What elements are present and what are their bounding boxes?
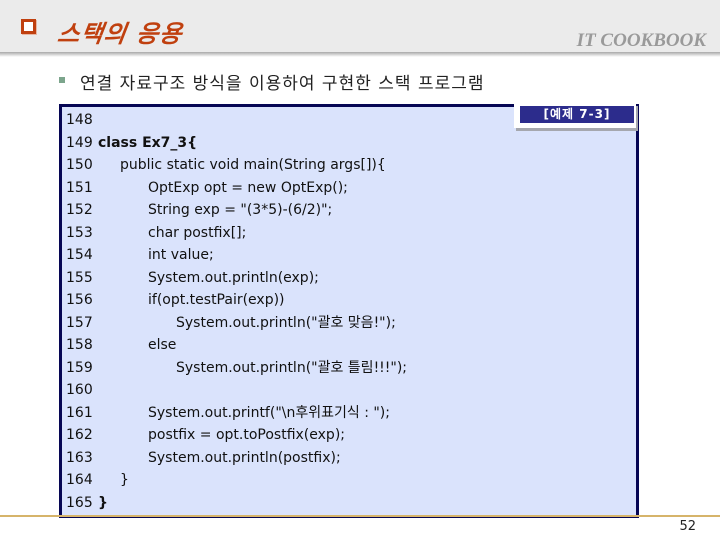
line-number: 148 [66,112,93,128]
code-text: class Ex7_3{ [98,134,198,151]
line-number: 151 [66,179,93,196]
code-text: public static void main(String args[]){ [120,157,386,173]
brand-logo-text: IT COOKBOOK [576,30,706,51]
footer-divider [0,515,720,517]
code-text: if(opt.testPair(exp)) [148,292,285,308]
code-line: 161 System.out.printf("\n후위표기식 : "); [66,402,407,425]
code-lines: 148 149 class Ex7_3{ 150 public static voi… [66,109,407,514]
line-number: 162 [66,427,93,443]
code-text: char postfix[]; [148,224,247,241]
code-line: 151 OptExp opt = new OptExp(); [66,177,407,200]
code-text: String exp = "(3*5)-(6/2)"; [148,202,333,218]
code-text: System.out.printf("\n후위표기식 : "); [148,404,390,421]
example-label-frame: [예제 7-3] [514,103,636,128]
line-number: 159 [66,359,93,376]
line-number: 156 [66,292,93,308]
header-divider [0,52,720,57]
code-line: 153 char postfix[]; [66,222,407,245]
code-listing-box: 148 149 class Ex7_3{ 150 public static voi… [59,104,639,518]
line-number: 161 [66,404,93,421]
code-line: 148 [66,109,407,132]
code-text: System.out.println("괄호 틀림!!!"); [176,359,408,376]
code-text: System.out.println(exp); [148,269,319,286]
line-number: 150 [66,157,93,173]
slide-title: 스택의 응용 [55,19,185,48]
code-text: } [98,494,108,511]
checkbox-bullet-icon [21,19,36,34]
line-number: 157 [66,314,93,331]
code-line: 159 System.out.println("괄호 틀림!!!"); [66,357,407,380]
page-number: 52 [679,519,696,534]
line-number: 155 [66,269,93,286]
code-line: 164} [66,469,407,492]
line-number: 158 [66,337,93,353]
code-text: int value; [148,247,214,263]
line-number: 160 [66,382,93,398]
code-line: 163 System.out.println(postfix); [66,447,407,470]
line-number: 149 [66,134,93,151]
slide-header: 스택의 응용 IT COOKBOOK [0,0,720,52]
code-line: 154 int value; [66,244,407,267]
code-line: 158 else [66,334,407,357]
code-text: postfix = opt.toPostfix(exp); [148,427,345,443]
code-line: 149 class Ex7_3{ [66,132,407,155]
code-text: OptExp opt = new OptExp(); [148,179,348,196]
line-number: 154 [66,247,93,263]
code-line: 157 System.out.println("괄호 맞음!"); [66,312,407,335]
code-line: 160 [66,379,407,402]
example-label: [예제 7-3] [520,106,634,123]
bullet-text: 연결 자료구조 방식을 이용하여 구현한 스택 프로그램 [80,74,485,94]
line-number: 163 [66,449,93,466]
code-line: 155 System.out.println(exp); [66,267,407,290]
code-text: System.out.println(postfix); [148,449,341,466]
code-line: 156 if(opt.testPair(exp)) [66,289,407,312]
code-line: 150 public static void main(String args[]… [66,154,407,177]
line-number: 153 [66,224,93,241]
code-text: System.out.println("괄호 맞음!"); [176,314,396,331]
code-line: 152 String exp = "(3*5)-(6/2)"; [66,199,407,222]
line-number: 152 [66,202,93,218]
code-line: 162 postfix = opt.toPostfix(exp); [66,424,407,447]
square-bullet-icon [59,77,65,83]
code-text: } [120,472,129,488]
line-number: 164 [66,472,93,488]
line-number: 165 [66,494,93,511]
code-text: else [148,337,177,353]
code-line: 165} [66,492,407,515]
